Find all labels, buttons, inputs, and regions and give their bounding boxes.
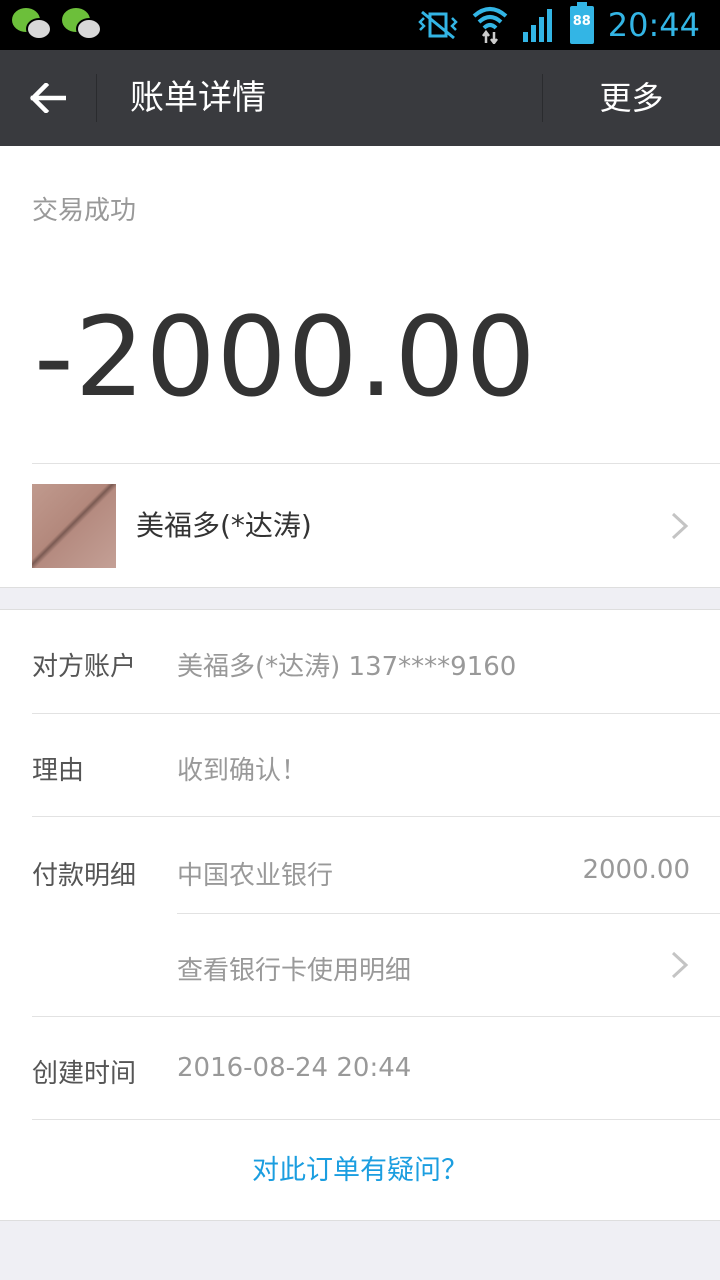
reason-label: 理由 — [32, 756, 85, 786]
transaction-amount: -2000.00 — [34, 293, 537, 421]
battery-icon: 88 — [569, 2, 594, 44]
status-time: 20:44 — [607, 6, 700, 44]
account-label: 对方账户 — [32, 652, 137, 682]
notification-icons — [12, 6, 104, 42]
merchant-row[interactable]: 美福多(*达涛) — [0, 464, 720, 588]
status-bar: 88 20:44 — [0, 0, 720, 50]
system-status: 88 20:44 — [418, 0, 700, 50]
more-button[interactable]: 更多 — [543, 50, 720, 146]
bank-card-usage-link[interactable]: 查看银行卡使用明细 — [177, 950, 411, 987]
action-bar: 账单详情 更多 — [0, 50, 720, 146]
transaction-status: 交易成功 — [32, 196, 137, 226]
transaction-summary: 交易成功 -2000.00 美福多(*达涛) — [0, 146, 720, 588]
chevron-right-icon — [671, 512, 689, 540]
created-time-row: 创建时间 2016-08-24 20:44 — [0, 1017, 720, 1119]
payment-row: 付款明细 中国农业银行 2000.00 — [0, 817, 720, 913]
payment-amount: 2000.00 — [582, 855, 690, 885]
merchant-avatar — [32, 484, 116, 568]
created-value: 2016-08-24 20:44 — [177, 1053, 412, 1083]
wifi-icon — [472, 7, 508, 44]
reason-value: 收到确认！ — [177, 756, 308, 786]
bank-card-usage-row[interactable]: 查看银行卡使用明细 — [0, 914, 720, 1016]
divider — [96, 74, 97, 122]
wechat-icon — [12, 6, 54, 42]
account-row: 对方账户 美福多(*达涛) 137****9160 — [0, 610, 720, 713]
battery-level: 88 — [572, 14, 591, 29]
reason-row: 理由 收到确认！ — [0, 714, 720, 816]
payment-label: 付款明细 — [32, 861, 137, 891]
chevron-right-icon — [671, 951, 689, 979]
order-question-link[interactable]: 对此订单有疑问？ — [0, 1120, 720, 1222]
back-arrow-icon — [30, 83, 66, 113]
created-label: 创建时间 — [32, 1059, 137, 1089]
wechat-icon — [62, 6, 104, 42]
transaction-details: 对方账户 美福多(*达涛) 137****9160 理由 收到确认！ 付款明细 … — [0, 609, 720, 1221]
merchant-name: 美福多(*达涛) — [136, 509, 312, 542]
account-value: 美福多(*达涛) 137****9160 — [177, 652, 517, 682]
signal-icon — [522, 9, 552, 42]
vibrate-icon — [418, 10, 458, 40]
page-title: 账单详情 — [130, 78, 266, 118]
payment-bank: 中国农业银行 — [177, 861, 334, 891]
back-button[interactable] — [0, 50, 96, 146]
